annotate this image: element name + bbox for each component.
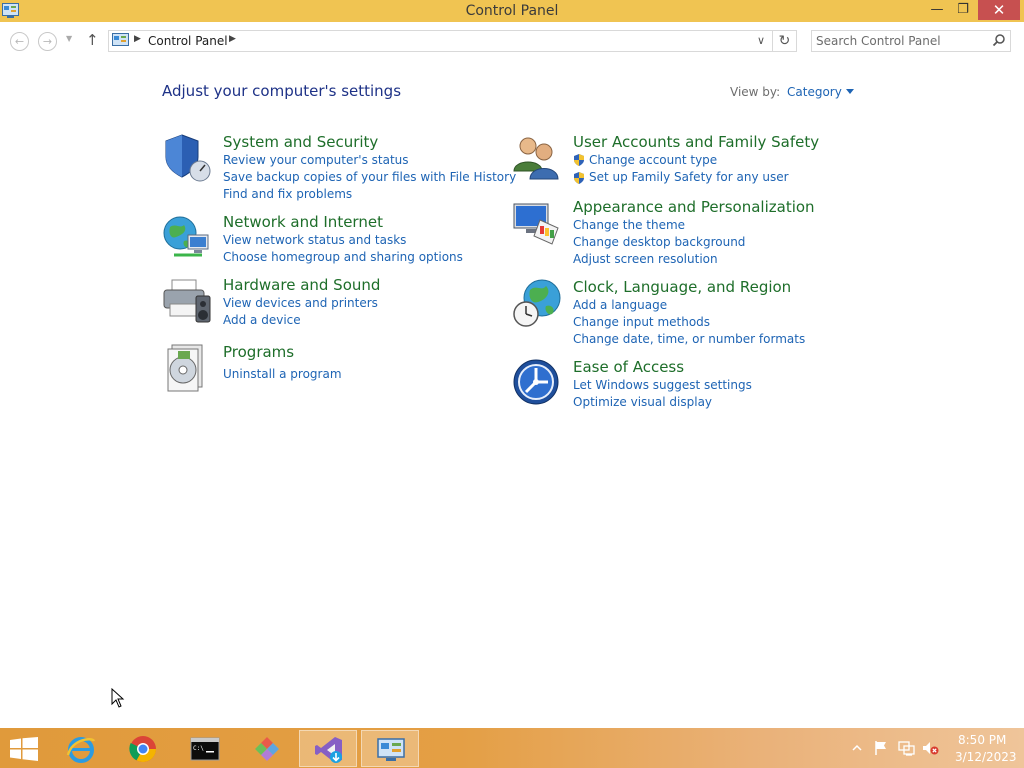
paint-icon <box>255 737 279 761</box>
mouse-cursor-icon <box>111 688 125 708</box>
link-change-account-type[interactable]: Change account type <box>589 153 717 167</box>
link-date-time-formats[interactable]: Change date, time, or number formats <box>573 332 805 346</box>
category-title[interactable]: Hardware and Sound <box>223 276 380 294</box>
window-title: Control Panel <box>465 3 559 19</box>
breadcrumb-separator[interactable]: ▶ <box>134 34 141 44</box>
link-input-methods[interactable]: Change input methods <box>573 315 710 329</box>
page-heading: Adjust your computer's settings <box>162 82 402 100</box>
chrome-icon <box>129 736 157 763</box>
category-title[interactable]: Appearance and Personalization <box>573 198 815 216</box>
programs-disc-icon[interactable] <box>162 343 212 393</box>
users-icon[interactable] <box>512 133 562 183</box>
svg-text:C:\: C:\ <box>193 745 204 752</box>
link-devices-printers[interactable]: View devices and printers <box>223 296 378 310</box>
category-title[interactable]: Ease of Access <box>573 358 684 376</box>
taskbar-command-prompt[interactable]: C:\ <box>176 730 234 767</box>
command-prompt-icon: C:\ <box>190 737 220 761</box>
category-title[interactable]: User Accounts and Family Safety <box>573 133 819 151</box>
address-dropdown-button[interactable]: ∨ <box>757 34 765 47</box>
minimize-button[interactable]: — <box>924 0 950 20</box>
up-button[interactable]: ↑ <box>86 31 99 49</box>
link-homegroup-sharing[interactable]: Choose homegroup and sharing options <box>223 250 463 264</box>
search-box[interactable] <box>811 30 1011 52</box>
network-globe-icon[interactable] <box>162 213 212 263</box>
search-icon[interactable] <box>992 33 1006 47</box>
link-network-status[interactable]: View network status and tasks <box>223 233 406 247</box>
uac-shield-icon <box>574 154 584 166</box>
taskbar-chrome[interactable] <box>114 730 172 767</box>
close-button[interactable]: ✕ <box>978 0 1020 20</box>
ease-of-access-icon[interactable] <box>512 358 562 408</box>
breadcrumb-control-panel[interactable]: Control Panel <box>148 34 228 48</box>
link-add-device[interactable]: Add a device <box>223 313 301 327</box>
link-add-language[interactable]: Add a language <box>573 298 667 312</box>
clock-date[interactable]: 3/12/2023 <box>955 750 1017 764</box>
recent-locations-button[interactable]: ▼ <box>66 34 72 43</box>
search-input[interactable] <box>816 33 986 49</box>
printer-speaker-icon[interactable] <box>162 276 212 326</box>
link-file-history-backup[interactable]: Save backup copies of your files with Fi… <box>223 170 516 184</box>
link-windows-suggest-settings[interactable]: Let Windows suggest settings <box>573 378 752 392</box>
monitor-palette-icon[interactable] <box>512 198 562 248</box>
link-family-safety[interactable]: Set up Family Safety for any user <box>589 170 789 184</box>
category-title[interactable]: System and Security <box>223 133 378 151</box>
view-by-value[interactable]: Category <box>787 85 842 99</box>
category-title[interactable]: Network and Internet <box>223 213 383 231</box>
taskbar-control-panel[interactable] <box>361 730 419 767</box>
taskbar-internet-explorer[interactable] <box>52 730 110 767</box>
category-title[interactable]: Clock, Language, and Region <box>573 278 791 296</box>
breadcrumb-separator[interactable]: ▶ <box>229 34 236 44</box>
address-bar[interactable]: ▶ Control Panel ▶ ∨ <box>108 30 773 52</box>
link-optimize-visual-display[interactable]: Optimize visual display <box>573 395 712 409</box>
taskbar-paint[interactable] <box>238 730 296 767</box>
start-button-windows-icon[interactable] <box>10 737 38 761</box>
taskbar: C:\ <box>0 728 1024 768</box>
internet-explorer-icon <box>66 737 96 763</box>
volume-muted-icon[interactable] <box>921 740 939 756</box>
link-change-theme[interactable]: Change the theme <box>573 218 685 232</box>
forward-button[interactable]: → <box>38 32 57 51</box>
control-panel-icon <box>112 33 129 46</box>
link-uninstall-program[interactable]: Uninstall a program <box>223 367 342 381</box>
link-screen-resolution[interactable]: Adjust screen resolution <box>573 252 718 266</box>
caret-down-icon[interactable] <box>845 89 854 94</box>
back-button[interactable]: ← <box>10 32 29 51</box>
view-by-dropdown[interactable]: Category <box>787 85 854 99</box>
clock-globe-icon[interactable] <box>512 278 562 328</box>
shield-icon[interactable] <box>162 133 212 183</box>
title-bar: Control Panel — ❐ ✕ <box>0 0 1024 22</box>
taskbar-visual-studio-installer[interactable] <box>299 730 357 767</box>
category-title[interactable]: Programs <box>223 343 294 361</box>
action-center-flag-icon[interactable] <box>873 740 889 756</box>
navigation-bar: ← → ▼ ↑ ▶ Control Panel ▶ ∨ ↻ <box>0 22 1024 60</box>
link-find-fix-problems[interactable]: Find and fix problems <box>223 187 352 201</box>
view-by-label: View by: <box>730 85 781 99</box>
link-desktop-background[interactable]: Change desktop background <box>573 235 745 249</box>
visual-studio-installer-icon <box>315 737 342 763</box>
link-review-computer-status[interactable]: Review your computer's status <box>223 153 409 167</box>
refresh-button[interactable]: ↻ <box>773 30 797 52</box>
show-hidden-icons-icon[interactable] <box>851 740 863 756</box>
restore-button[interactable]: ❐ <box>950 0 976 20</box>
network-icon[interactable] <box>897 740 915 756</box>
control-panel-icon <box>377 738 405 761</box>
uac-shield-icon <box>574 172 584 184</box>
clock-time[interactable]: 8:50 PM <box>958 733 1006 747</box>
